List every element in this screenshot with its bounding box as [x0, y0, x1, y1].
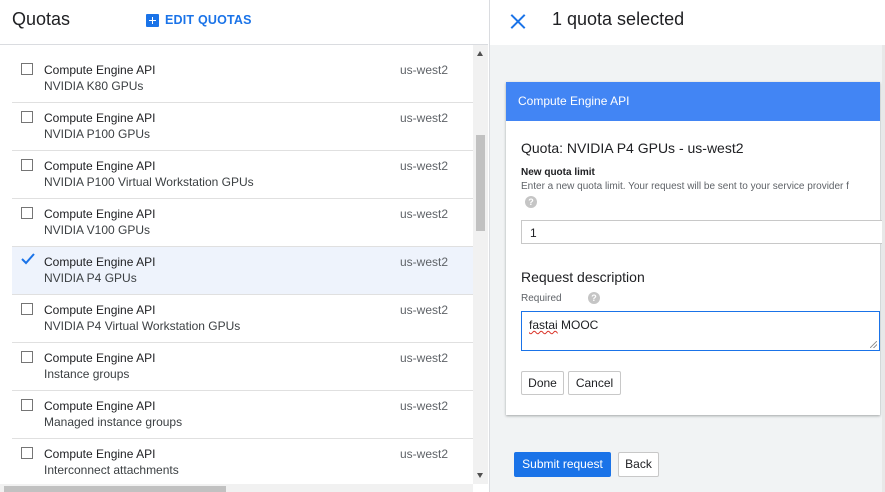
- metric-name: NVIDIA P100 Virtual Workstation GPUs: [44, 175, 254, 189]
- metric-name: NVIDIA K80 GPUs: [44, 79, 144, 93]
- done-button[interactable]: Done: [521, 371, 564, 395]
- horizontal-scrollbar-thumb[interactable]: [4, 486, 226, 492]
- horizontal-scrollbar[interactable]: [0, 484, 493, 492]
- quota-row-selected[interactable]: Compute Engine API NVIDIA P4 GPUs us-wes…: [12, 247, 473, 295]
- quotas-pane: Quotas EDIT QUOTAS Compute Engine API NV…: [0, 0, 493, 492]
- metric-name: Interconnect attachments: [44, 463, 179, 477]
- checkmark-icon: [21, 253, 35, 265]
- service-name: Compute Engine API: [44, 159, 156, 173]
- edit-quota-panel: 1 quota selected Compute Engine API Quot…: [489, 0, 885, 492]
- row-checkbox[interactable]: [21, 399, 33, 411]
- quota-request-card: Compute Engine API Quota: NVIDIA P4 GPUs…: [506, 82, 883, 415]
- add-icon: [146, 13, 159, 27]
- new-limit-input[interactable]: 1: [521, 220, 883, 244]
- request-description-title: Request description: [521, 269, 645, 285]
- card-header: Compute Engine API: [506, 82, 880, 121]
- new-limit-description: Enter a new quota limit. Your request wi…: [521, 181, 849, 192]
- description-text: MOOC: [557, 318, 599, 332]
- quota-list: Compute Engine API NVIDIA K80 GPUs us-we…: [12, 55, 473, 487]
- edit-quotas-button[interactable]: EDIT QUOTAS: [146, 12, 252, 28]
- row-checkbox[interactable]: [21, 159, 33, 171]
- metric-name: Instance groups: [44, 367, 130, 381]
- quota-row[interactable]: Compute Engine API NVIDIA V100 GPUs us-w…: [12, 199, 473, 247]
- row-checkbox[interactable]: [21, 447, 33, 459]
- quota-row[interactable]: Compute Engine API NVIDIA K80 GPUs us-we…: [12, 55, 473, 103]
- close-icon[interactable]: [509, 12, 527, 30]
- quota-row[interactable]: Compute Engine API NVIDIA P100 Virtual W…: [12, 151, 473, 199]
- quota-row[interactable]: Compute Engine API NVIDIA P100 GPUs us-w…: [12, 103, 473, 151]
- row-checkbox[interactable]: [21, 351, 33, 363]
- help-icon[interactable]: ?: [525, 196, 537, 208]
- metric-name: NVIDIA P4 GPUs: [44, 271, 137, 285]
- scrollbar-thumb[interactable]: [476, 135, 485, 231]
- row-checkbox[interactable]: [21, 303, 33, 315]
- region-name: us-west2: [400, 447, 449, 461]
- scroll-up-icon[interactable]: [477, 51, 483, 56]
- new-limit-label: New quota limit: [521, 167, 595, 178]
- submit-request-button[interactable]: Submit request: [514, 452, 611, 477]
- edit-quotas-label: EDIT QUOTAS: [165, 13, 252, 27]
- row-checkbox[interactable]: [21, 207, 33, 219]
- region-name: us-west2: [400, 111, 449, 125]
- region-name: us-west2: [400, 399, 449, 413]
- page-title: Quotas: [12, 9, 71, 29]
- required-label: Required: [521, 293, 562, 304]
- service-name: Compute Engine API: [44, 351, 156, 365]
- help-icon[interactable]: ?: [588, 292, 600, 304]
- quotas-header: Quotas EDIT QUOTAS: [0, 0, 488, 45]
- row-checkbox[interactable]: [21, 63, 33, 75]
- panel-header: 1 quota selected: [490, 0, 885, 45]
- quota-name: Quota: NVIDIA P4 GPUs - us-west2: [521, 140, 744, 156]
- back-button[interactable]: Back: [618, 452, 659, 477]
- misspelled-word: fastai: [529, 318, 558, 332]
- cancel-button[interactable]: Cancel: [568, 371, 621, 395]
- service-name: Compute Engine API: [44, 303, 156, 317]
- region-name: us-west2: [400, 207, 449, 221]
- service-name: Compute Engine API: [44, 447, 156, 461]
- scroll-down-icon[interactable]: [477, 473, 483, 478]
- region-name: us-west2: [400, 159, 449, 173]
- request-description-textarea[interactable]: fastai MOOC: [521, 311, 880, 351]
- quota-row[interactable]: Compute Engine API NVIDIA P4 Virtual Wor…: [12, 295, 473, 343]
- row-checkbox-checked[interactable]: [21, 253, 35, 267]
- service-name: Compute Engine API: [44, 111, 156, 125]
- service-name: Compute Engine API: [44, 399, 156, 413]
- service-name: Compute Engine API: [44, 63, 156, 77]
- resize-handle-icon[interactable]: [870, 341, 877, 348]
- region-name: us-west2: [400, 255, 449, 269]
- metric-name: NVIDIA P100 GPUs: [44, 127, 151, 141]
- region-name: us-west2: [400, 63, 449, 77]
- quota-row[interactable]: Compute Engine API Managed instance grou…: [12, 391, 473, 439]
- metric-name: NVIDIA V100 GPUs: [44, 223, 151, 237]
- vertical-scrollbar[interactable]: [473, 45, 488, 484]
- region-name: us-west2: [400, 351, 449, 365]
- metric-name: NVIDIA P4 Virtual Workstation GPUs: [44, 319, 241, 333]
- service-name: Compute Engine API: [44, 207, 156, 221]
- selection-title: 1 quota selected: [552, 9, 685, 29]
- metric-name: Managed instance groups: [44, 415, 183, 429]
- card-service-name: Compute Engine API: [518, 94, 630, 108]
- region-name: us-west2: [400, 303, 449, 317]
- quota-row[interactable]: Compute Engine API Instance groups us-we…: [12, 343, 473, 391]
- quota-row[interactable]: Compute Engine API Interconnect attachme…: [12, 439, 473, 487]
- service-name: Compute Engine API: [44, 255, 156, 269]
- row-checkbox[interactable]: [21, 111, 33, 123]
